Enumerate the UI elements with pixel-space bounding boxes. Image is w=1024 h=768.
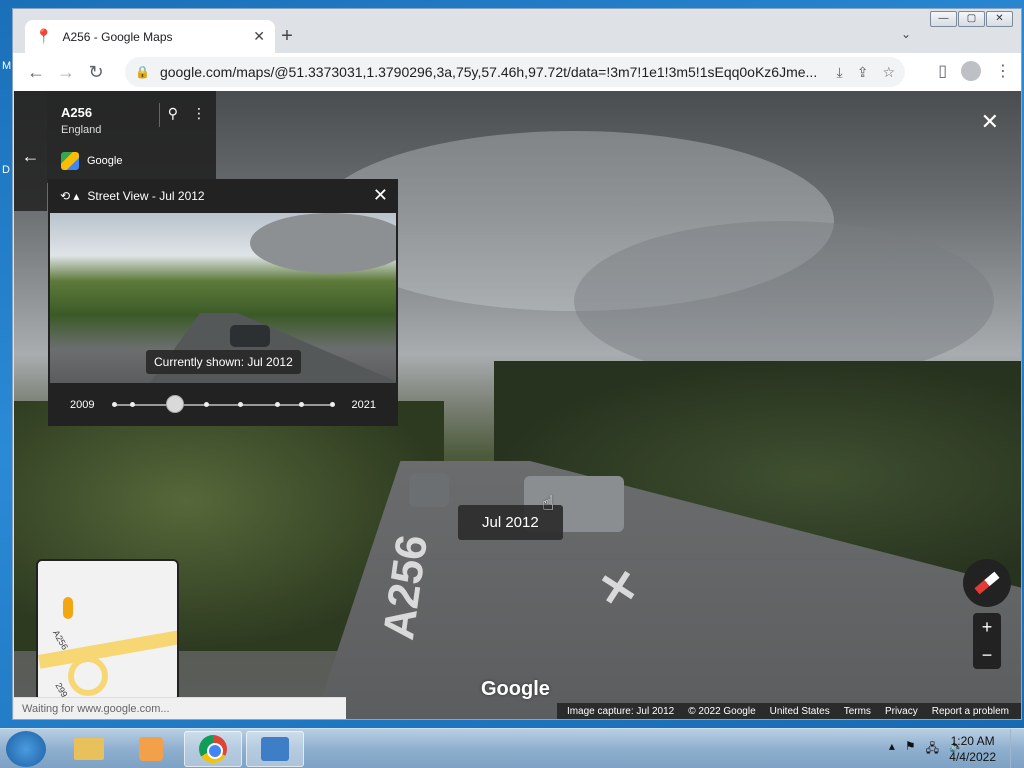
year-slider-knob[interactable]: [166, 394, 185, 413]
hand-cursor-icon: ☝: [542, 493, 555, 515]
taskbar-remote[interactable]: [246, 731, 304, 767]
toolbar: ← → ↻ 🔒 google.com/maps/@51.3373031,1.37…: [13, 53, 1021, 91]
time-travel-panel: ⟲ ▴ Street View - Jul 2012 ✕ Currently s…: [48, 179, 398, 426]
minimap-roundabout: [68, 656, 108, 696]
street-view[interactable]: A256 ✕ ← A256 England Google ⚲ ⋮ ⟲ ▴ Str…: [14, 91, 1021, 719]
bookmark-star-icon[interactable]: ☆: [882, 64, 895, 81]
zoom-in-button[interactable]: +: [982, 613, 993, 641]
history-icon[interactable]: ⟲ ▴: [60, 189, 79, 203]
minimap[interactable]: A256 299: [36, 559, 179, 702]
share-icon[interactable]: ⇪: [857, 64, 869, 81]
year-slider-dot[interactable]: [203, 401, 209, 407]
back-icon[interactable]: ←: [21, 62, 51, 83]
desktop-label-d: D: [2, 164, 10, 176]
taskbar-chrome[interactable]: [184, 731, 242, 767]
tab-close-icon[interactable]: ✕: [253, 28, 265, 45]
year-slider-dot[interactable]: [112, 401, 118, 407]
time-travel-preview[interactable]: Currently shown: Jul 2012: [50, 213, 396, 383]
zoom-out-button[interactable]: −: [982, 641, 993, 669]
start-year: 2009: [70, 398, 95, 411]
source-label: Google: [87, 155, 123, 167]
chrome-icon: [199, 735, 227, 763]
profile-avatar[interactable]: [961, 61, 981, 81]
tab-title: A256 - Google Maps: [62, 29, 173, 44]
year-slider-dot[interactable]: [275, 401, 281, 407]
side-panel-icon[interactable]: ▯: [938, 61, 947, 81]
divider: [159, 103, 160, 127]
taskbar: ▴ ⚑ 🖧 🔊 1:20 AM 4/4/2022: [0, 728, 1024, 768]
maps-favicon-icon: 📍: [35, 28, 53, 44]
status-bar: Waiting for www.google.com...: [14, 697, 346, 719]
cloud-dark: [574, 221, 994, 381]
place-region: England: [61, 124, 102, 136]
place-card-actions: ⚲ ⋮: [168, 105, 206, 122]
maximize-button[interactable]: ▢: [958, 11, 985, 27]
taskbar-media-player[interactable]: [122, 731, 180, 767]
lock-icon: 🔒: [135, 65, 150, 79]
preview-cloud: [250, 213, 396, 273]
flag-icon[interactable]: ⚑: [905, 739, 916, 760]
year-slider-dot[interactable]: [299, 401, 305, 407]
clock-date: 4/4/2022: [949, 750, 996, 764]
window-controls: — ▢ ✕: [929, 11, 1013, 27]
preview-car: [230, 325, 270, 347]
place-card: A256 England Google ⚲ ⋮: [47, 91, 216, 183]
forward-icon[interactable]: →: [51, 62, 81, 83]
country-link[interactable]: United States: [770, 706, 830, 717]
copyright: © 2022 Google: [688, 705, 756, 717]
privacy-link[interactable]: Privacy: [885, 706, 918, 717]
terms-link[interactable]: Terms: [844, 706, 871, 717]
taskbar-explorer[interactable]: [60, 731, 118, 767]
omnibox-actions: ⤓ ⇪ ☆: [837, 64, 896, 81]
time-travel-close-icon[interactable]: ✕: [373, 185, 388, 206]
place-source[interactable]: Google: [61, 152, 202, 170]
network-icon[interactable]: 🖧: [926, 739, 939, 760]
tab-google-maps[interactable]: 📍 A256 - Google Maps ✕: [25, 20, 275, 53]
tray-expand-icon[interactable]: ▴: [889, 739, 895, 760]
toolbar-right: ▯ ⋮: [938, 61, 1011, 81]
compass-icon[interactable]: [963, 559, 1011, 607]
year-slider-dot[interactable]: [238, 401, 244, 407]
pin-icon[interactable]: ⚲: [168, 105, 178, 122]
media-player-icon: [139, 737, 163, 761]
back-arrow-icon[interactable]: ←: [14, 91, 47, 211]
zoom-control: + −: [973, 613, 1001, 669]
close-street-view-icon[interactable]: ✕: [981, 109, 999, 135]
show-desktop-button[interactable]: [1010, 729, 1024, 768]
year-slider-dot[interactable]: [129, 401, 135, 407]
reload-icon[interactable]: ↻: [81, 62, 111, 83]
pegman-icon[interactable]: [63, 597, 73, 619]
remote-desktop-icon: [261, 737, 289, 761]
time-travel-title: Street View - Jul 2012: [87, 189, 205, 203]
new-tab-button[interactable]: +: [275, 25, 299, 48]
clock[interactable]: 1:20 AM 4/4/2022: [949, 733, 996, 765]
tab-strip: 📍 A256 - Google Maps ✕ + ⌄ — ▢ ✕: [13, 9, 1021, 53]
clock-time: 1:20 AM: [950, 734, 995, 748]
report-problem-link[interactable]: Report a problem: [932, 706, 1009, 717]
minimap-label-a256: A256: [50, 628, 71, 652]
year-slider-track[interactable]: [112, 394, 335, 413]
url-text[interactable]: google.com/maps/@51.3373031,1.3790296,3a…: [160, 64, 837, 80]
map-footer: Image capture: Jul 2012 © 2022 Google Un…: [556, 703, 1021, 719]
install-icon[interactable]: ⤓: [837, 64, 843, 81]
address-bar[interactable]: 🔒 google.com/maps/@51.3373031,1.3790296,…: [125, 57, 905, 87]
year-slider: 2009 2021: [48, 383, 398, 426]
year-slider-dot[interactable]: [329, 401, 335, 407]
time-travel-header: ⟲ ▴ Street View - Jul 2012 ✕: [48, 179, 398, 213]
more-options-icon[interactable]: ⋮: [192, 105, 206, 122]
image-capture-date: Image capture: Jul 2012: [566, 705, 675, 717]
menu-kebab-icon[interactable]: ⋮: [995, 61, 1011, 81]
folder-icon: [74, 738, 104, 760]
chrome-window: 📍 A256 - Google Maps ✕ + ⌄ — ▢ ✕ ← → ↻ 🔒…: [12, 8, 1022, 720]
end-year: 2021: [351, 398, 376, 411]
close-window-button[interactable]: ✕: [986, 11, 1013, 27]
car-far: [409, 473, 449, 507]
google-maps-logo-icon: [61, 152, 79, 170]
google-watermark: Google: [481, 678, 550, 700]
currently-shown-tooltip: Currently shown: Jul 2012: [146, 350, 301, 374]
tab-search-icon[interactable]: ⌄: [901, 27, 911, 41]
desktop-label-m: M: [2, 60, 12, 72]
start-button[interactable]: [6, 731, 46, 767]
minimize-button[interactable]: —: [930, 11, 957, 27]
